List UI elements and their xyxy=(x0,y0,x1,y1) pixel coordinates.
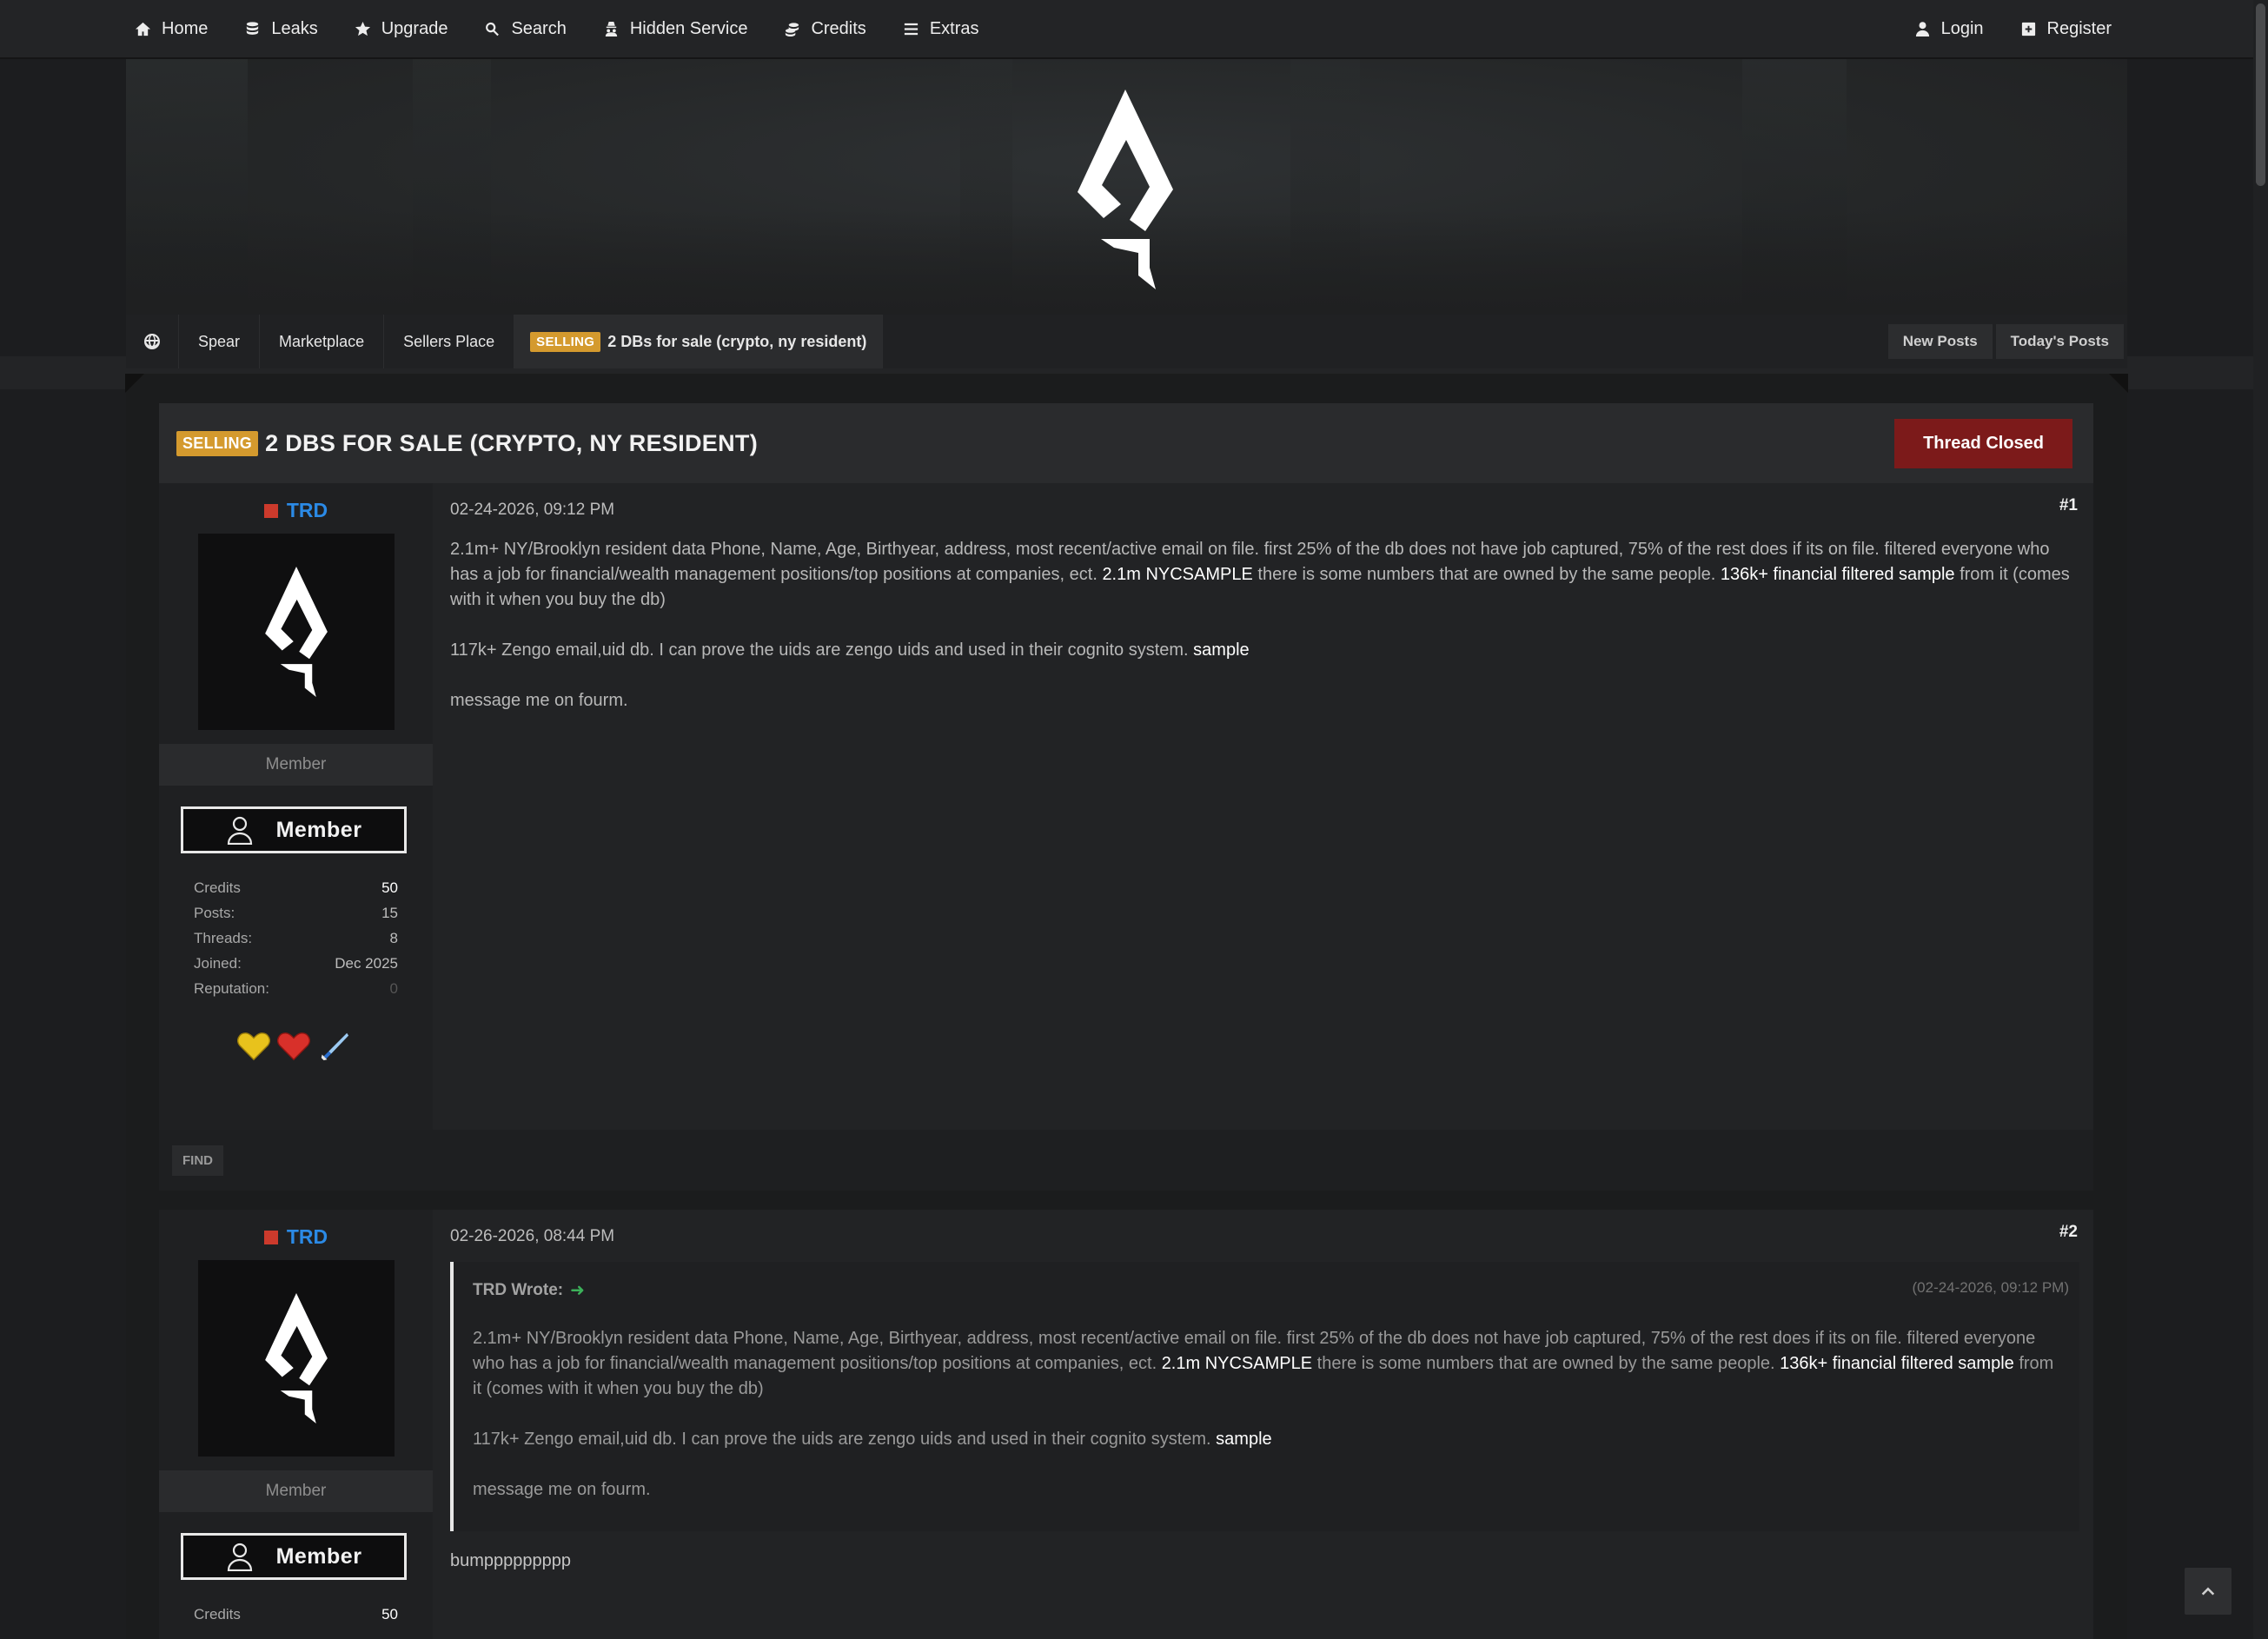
post-number-link[interactable]: #1 xyxy=(2059,496,2078,515)
thread-container: SELLING 2 DBS FOR SALE (CRYPTO, NY RESID… xyxy=(125,374,2128,1639)
coins-icon xyxy=(786,22,799,36)
blockquote: TRD Wrote: ➜ (02-24-2026, 09:12 PM) 2.1m… xyxy=(450,1262,2079,1531)
home-icon xyxy=(135,22,151,36)
search-icon xyxy=(486,22,500,36)
user-outline-icon xyxy=(227,816,252,845)
scroll-to-top-button[interactable] xyxy=(2185,1568,2232,1615)
avatar[interactable] xyxy=(198,1260,395,1457)
quote-time: (02-24-2026, 09:12 PM) xyxy=(1912,1279,2070,1296)
breadcrumb-current-label: 2 DBs for sale (crypto, ny resident) xyxy=(607,332,867,350)
quote-text: 2.1m+ NY/Brooklyn resident data Phone, N… xyxy=(473,1329,2054,1499)
nav-leaks[interactable]: Leaks xyxy=(244,19,318,39)
plus-square-icon xyxy=(2021,22,2035,36)
breadcrumb-sellers-place[interactable]: Sellers Place xyxy=(384,315,515,368)
avatar[interactable] xyxy=(198,534,395,730)
thread-title: 2 DBS FOR SALE (CRYPTO, NY RESIDENT) xyxy=(265,429,758,456)
post-date: 02-26-2026, 08:44 PM xyxy=(450,1227,615,1245)
post-1-footer: FIND xyxy=(159,1130,2093,1191)
star-icon xyxy=(355,21,370,36)
new-posts-button[interactable]: New Posts xyxy=(1887,324,1993,359)
nav-left: Home Leaks Upgrade Search Hidden Service… xyxy=(135,19,979,39)
gold-heart-icon xyxy=(237,1032,270,1061)
user-icon xyxy=(1915,21,1929,36)
post-number-link[interactable]: #2 xyxy=(2059,1223,2078,1242)
chevron-up-icon xyxy=(2201,1587,2215,1596)
breadcrumb-current: SELLING 2 DBs for sale (crypto, ny resid… xyxy=(514,315,884,368)
post-2: TRD Member Member Credits 50 02-26-2026, … xyxy=(159,1210,2093,1639)
zengo-sample-link[interactable]: sample xyxy=(1193,640,1249,660)
user-outline-icon xyxy=(227,1543,252,1571)
user-awards xyxy=(237,1031,350,1062)
user-rank: Member xyxy=(159,1470,433,1512)
nav-upgrade[interactable]: Upgrade xyxy=(355,19,448,39)
user-stats: Credits 50 Posts: 15 Threads: 8 Joined: Dec … xyxy=(194,879,398,997)
post-author-panel: TRD Member Member Credits 50 xyxy=(159,1210,433,1639)
zengo-sample-link[interactable]: sample xyxy=(1216,1430,1271,1449)
thread-selling-badge: SELLING xyxy=(176,430,259,456)
post-username[interactable]: TRD xyxy=(287,499,328,522)
find-button[interactable]: FIND xyxy=(172,1145,223,1176)
nav-right: Login Register xyxy=(1914,19,2112,39)
offline-status-icon xyxy=(263,1230,278,1244)
breadcrumb-home[interactable] xyxy=(126,315,179,368)
nav-login[interactable]: Login xyxy=(1914,19,1984,39)
financial-sample-link[interactable]: 136k+ financial filtered sample xyxy=(1780,1354,2014,1373)
thread-header: SELLING 2 DBS FOR SALE (CRYPTO, NY RESID… xyxy=(159,403,2093,483)
spear-award-icon xyxy=(321,1032,349,1061)
breadcrumb-spear[interactable]: Spear xyxy=(179,315,261,368)
nav-credits[interactable]: Credits xyxy=(784,19,866,39)
nav-register[interactable]: Register xyxy=(2020,19,2112,39)
avatar-logo-icon xyxy=(265,567,328,697)
post-username[interactable]: TRD xyxy=(287,1225,328,1249)
nav-home[interactable]: Home xyxy=(135,19,208,39)
member-userbar: Member xyxy=(181,806,407,853)
site-logo[interactable] xyxy=(1069,90,1182,289)
scrollbar-thumb[interactable] xyxy=(2256,3,2265,186)
post-date: 02-24-2026, 09:12 PM xyxy=(450,501,615,519)
avatar-logo-icon xyxy=(265,1293,328,1423)
post-message: 2.1m+ NY/Brooklyn resident data Phone, N… xyxy=(450,540,2070,710)
arrow-right-icon[interactable]: ➜ xyxy=(570,1279,585,1301)
user-stats: Credits 50 xyxy=(194,1605,398,1622)
financial-sample-link[interactable]: 136k+ financial filtered sample xyxy=(1721,565,1955,584)
post-message: bumppppppppp xyxy=(450,1551,572,1570)
post-author-panel: TRD Member Member Credits 50 Posts: 15 Thr… xyxy=(159,483,433,1130)
nav-extras[interactable]: Extras xyxy=(903,19,979,39)
page-scrollbar[interactable] xyxy=(2253,0,2268,1639)
post-1: TRD Member Member Credits 50 Posts: 15 Thr… xyxy=(159,483,2093,1130)
member-userbar: Member xyxy=(181,1533,407,1580)
bars-icon xyxy=(904,23,918,35)
thread-closed-button[interactable]: Thread Closed xyxy=(1894,418,2072,468)
spy-icon xyxy=(605,21,617,36)
database-icon xyxy=(247,21,259,35)
quote-author: TRD Wrote: ➜ xyxy=(473,1279,585,1301)
breadcrumb: Spear Marketplace Sellers Place SELLING … xyxy=(126,315,2127,368)
breadcrumb-marketplace[interactable]: Marketplace xyxy=(260,315,385,368)
globe-icon xyxy=(144,334,160,349)
nav-search[interactable]: Search xyxy=(484,19,567,39)
header-banner xyxy=(126,59,2127,315)
post-content: 02-26-2026, 08:44 PM #2 TRD Wrote: ➜ (02… xyxy=(433,1210,2093,1639)
nav-hidden-service[interactable]: Hidden Service xyxy=(603,19,747,39)
post-content: 02-24-2026, 09:12 PM #1 2.1m+ NY/Brookly… xyxy=(433,483,2093,1130)
todays-posts-button[interactable]: Today's Posts xyxy=(1995,324,2124,359)
nycsample-link[interactable]: 2.1m NYCSAMPLE xyxy=(1102,565,1252,584)
selling-badge: SELLING xyxy=(530,331,601,352)
red-heart-icon xyxy=(277,1032,310,1061)
offline-status-icon xyxy=(263,503,278,518)
nycsample-link[interactable]: 2.1m NYCSAMPLE xyxy=(1162,1354,1312,1373)
top-navbar: Home Leaks Upgrade Search Hidden Service… xyxy=(0,0,2253,59)
user-rank: Member xyxy=(159,744,433,786)
